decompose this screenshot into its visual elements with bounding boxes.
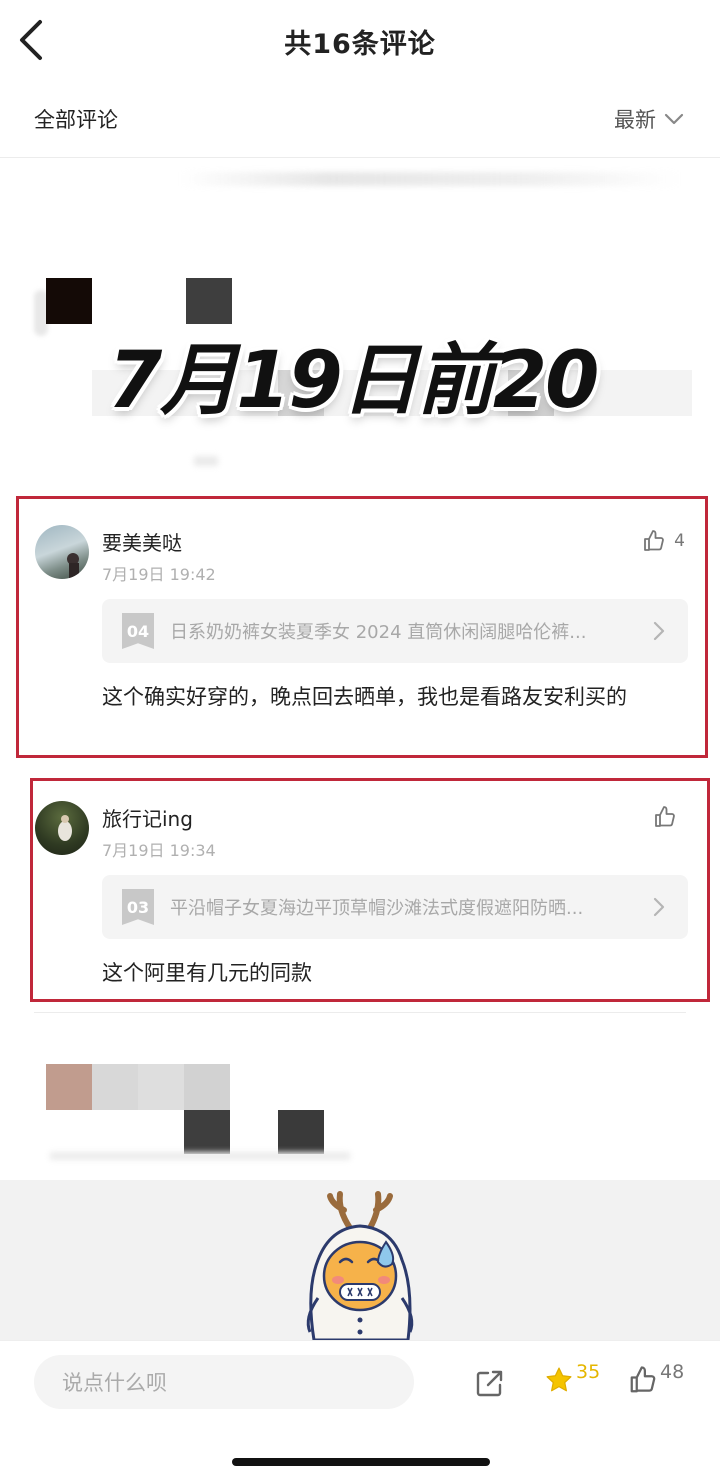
thumbs-up-icon bbox=[655, 806, 675, 827]
mosaic-block bbox=[194, 456, 218, 466]
mosaic-block bbox=[92, 1064, 138, 1110]
favorite-count: 35 bbox=[576, 1361, 601, 1383]
thumbs-up-icon bbox=[644, 530, 665, 551]
mosaic-block bbox=[46, 278, 92, 324]
product-rank-badge: 03 bbox=[122, 889, 154, 925]
mosaic-block bbox=[184, 1064, 230, 1110]
product-name: 平沿帽子女夏海边平顶草帽沙滩法式度假遮阳防晒... bbox=[170, 898, 584, 919]
blurred-text bbox=[180, 172, 680, 186]
product-link[interactable]: 04 日系奶奶裤女装夏季女 2024 直筒休闲阔腿哈伦裤... bbox=[102, 599, 688, 663]
avatar[interactable] bbox=[35, 525, 89, 579]
filter-bar: 全部评论 最新 bbox=[0, 86, 720, 158]
comment-item: 旅行记ing 7月19日 19:34 03 平沿帽子女夏海边平顶草帽沙滩法式度假… bbox=[30, 778, 710, 1002]
thumbs-up-icon bbox=[630, 1366, 656, 1393]
filter-all-comments[interactable]: 全部评论 bbox=[34, 104, 118, 134]
like-count: 4 bbox=[674, 531, 685, 551]
product-link[interactable]: 03 平沿帽子女夏海边平顶草帽沙滩法式度假遮阳防晒... bbox=[102, 875, 688, 939]
chevron-right-icon bbox=[653, 621, 665, 641]
like-button[interactable] bbox=[653, 805, 685, 829]
chevron-down-icon bbox=[664, 113, 684, 125]
product-name: 日系奶奶裤女装夏季女 2024 直筒休闲阔腿哈伦裤... bbox=[170, 622, 587, 643]
like-post-button[interactable]: 48 bbox=[628, 1361, 684, 1395]
share-icon bbox=[476, 1370, 503, 1397]
date-stamp: 7月19日前20 bbox=[108, 336, 599, 426]
mosaic-block bbox=[138, 1064, 184, 1110]
page-title: 共16条评论 bbox=[284, 29, 436, 60]
mosaic-block bbox=[50, 1152, 350, 1160]
favorite-button[interactable]: 35 bbox=[544, 1361, 600, 1395]
mosaic-block bbox=[278, 1110, 324, 1154]
sort-dropdown[interactable]: 最新 bbox=[614, 104, 684, 134]
mosaic-block bbox=[184, 1110, 230, 1154]
star-icon bbox=[546, 1367, 572, 1392]
share-button[interactable] bbox=[474, 1367, 506, 1399]
mosaic-block bbox=[46, 1064, 92, 1110]
mascot-banner bbox=[0, 1180, 720, 1340]
comment-username[interactable]: 旅行记ing bbox=[102, 803, 193, 832]
comment-text: 这个确实好穿的，晚点回去晒单，我也是看路友安利买的 bbox=[102, 685, 627, 709]
sort-label: 最新 bbox=[614, 108, 656, 132]
comment-timestamp: 7月19日 19:34 bbox=[102, 841, 216, 860]
comment-input[interactable]: 说点什么呗 bbox=[34, 1355, 414, 1409]
comment-text: 这个阿里有几元的同款 bbox=[102, 961, 312, 985]
comment-username[interactable]: 要美美哒 bbox=[102, 527, 182, 556]
avatar[interactable] bbox=[35, 801, 89, 855]
chevron-right-icon bbox=[653, 897, 665, 917]
home-indicator bbox=[232, 1458, 490, 1466]
like-post-count: 48 bbox=[660, 1361, 685, 1383]
like-button[interactable]: 4 bbox=[642, 529, 685, 553]
comment-item: 要美美哒 7月19日 19:42 4 04 日系奶奶裤女装夏季女 2024 直筒… bbox=[16, 496, 708, 758]
divider bbox=[34, 1012, 686, 1013]
product-rank-badge: 04 bbox=[122, 613, 154, 649]
mascot-deer-icon bbox=[306, 1191, 414, 1340]
comment-timestamp: 7月19日 19:42 bbox=[102, 565, 216, 584]
